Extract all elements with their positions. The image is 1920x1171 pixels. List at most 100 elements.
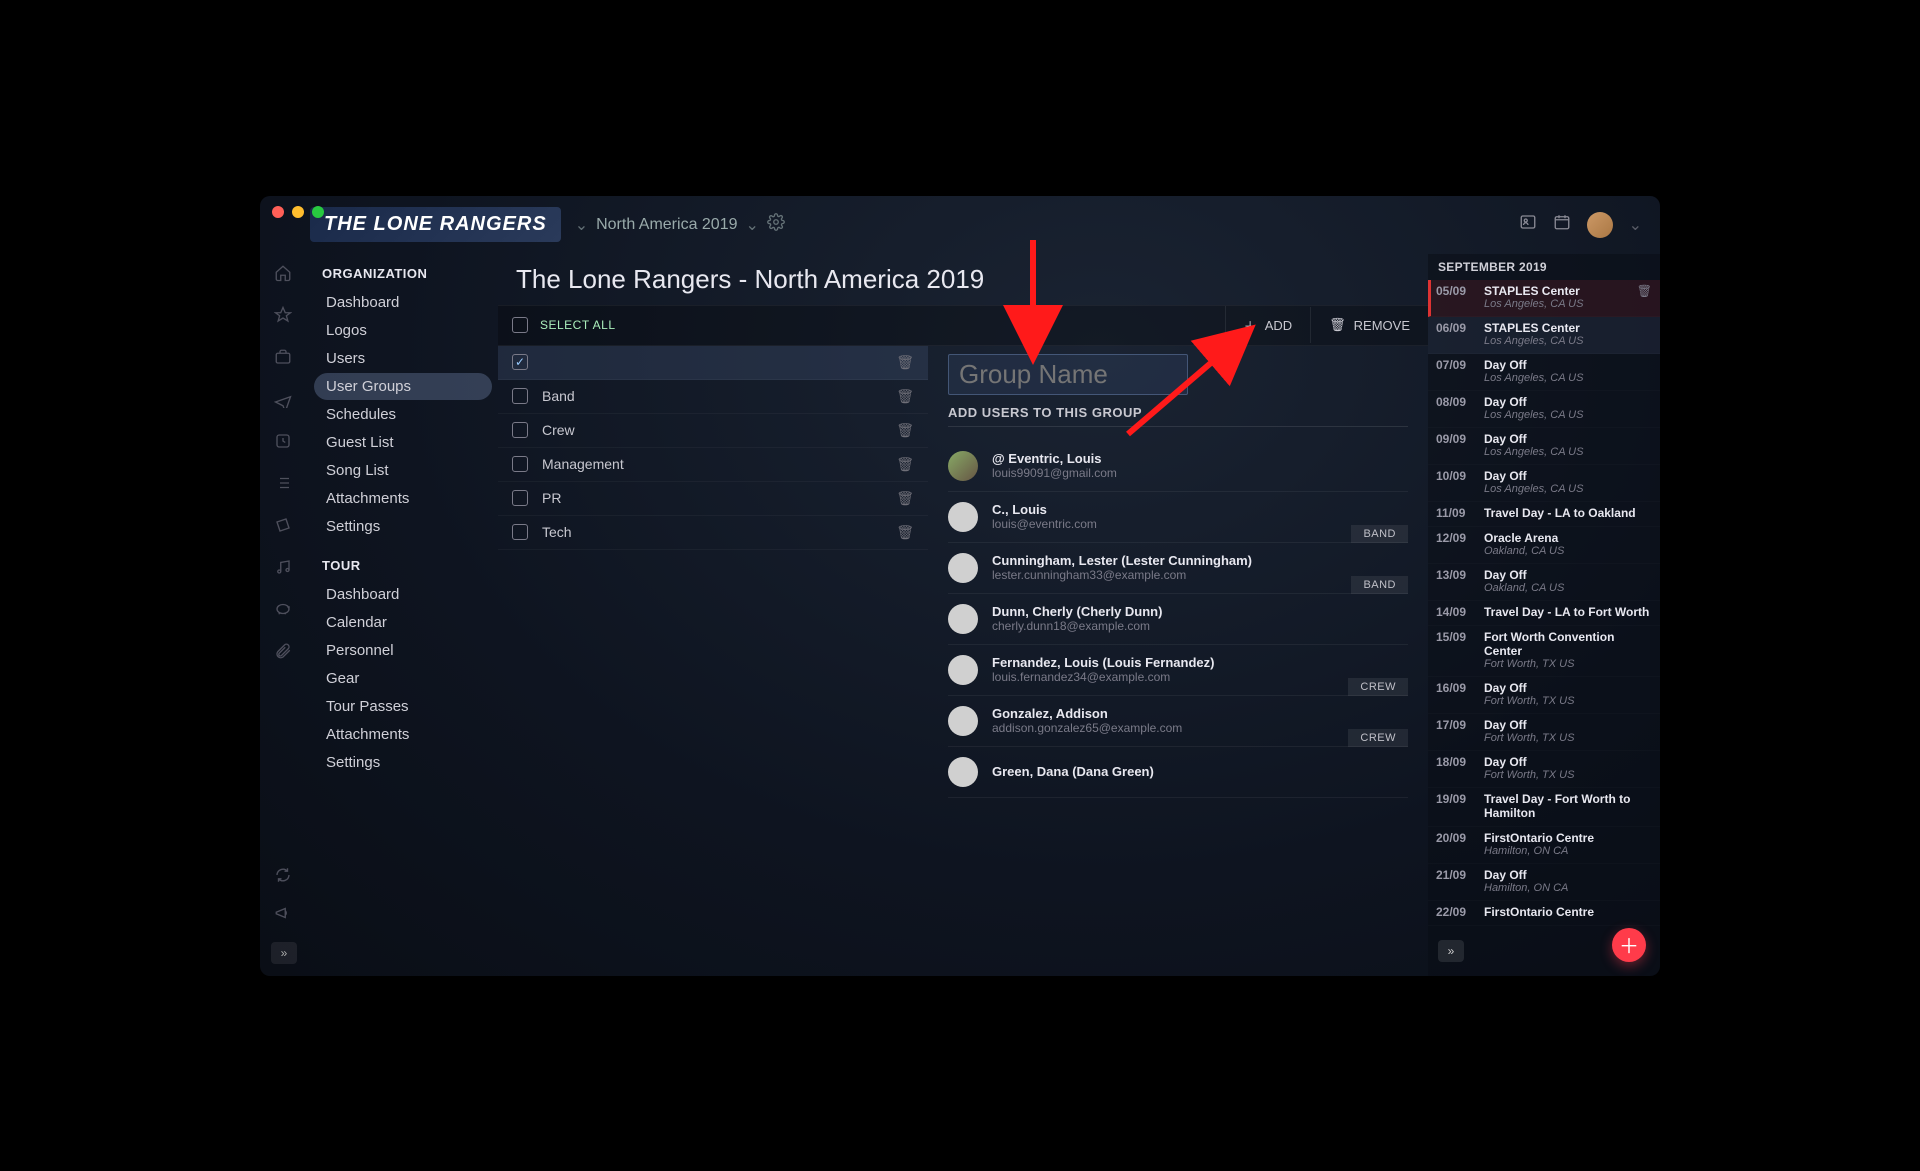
megaphone-icon[interactable] (274, 904, 294, 924)
nav-item-dashboard[interactable]: Dashboard (314, 289, 492, 316)
nav-item-user-groups[interactable]: User Groups (314, 373, 492, 400)
add-event-button[interactable]: ＋ (1612, 928, 1646, 962)
event-date: 06/09 (1436, 321, 1476, 347)
nav-item-users[interactable]: Users (314, 345, 492, 372)
calendar-event[interactable]: 14/09Travel Day - LA to Fort Worth (1428, 601, 1660, 626)
trash-icon[interactable]: 🗑 (896, 354, 914, 371)
trash-icon[interactable]: 🗑 (896, 388, 914, 405)
trash-icon[interactable]: 🗑 (1637, 284, 1652, 310)
trash-icon[interactable]: 🗑 (896, 490, 914, 507)
group-name: Management (542, 456, 882, 472)
event-main: Day OffOakland, CA US (1484, 568, 1652, 594)
user-row[interactable]: Cunningham, Lester (Lester Cunningham)le… (948, 543, 1408, 594)
nav-item-calendar[interactable]: Calendar (314, 609, 492, 636)
minimize-window-button[interactable] (292, 206, 304, 218)
close-window-button[interactable] (272, 206, 284, 218)
event-title: Day Off (1484, 681, 1652, 695)
group-row[interactable]: 🗑 (498, 346, 928, 380)
group-row[interactable]: Crew🗑 (498, 414, 928, 448)
music-icon[interactable] (274, 558, 294, 578)
calendar-event[interactable]: 17/09Day OffFort Worth, TX US (1428, 714, 1660, 751)
group-checkbox[interactable] (512, 490, 528, 506)
user-row[interactable]: Fernandez, Louis (Louis Fernandez)louis.… (948, 645, 1408, 696)
group-name-input[interactable] (948, 354, 1188, 395)
trash-icon[interactable]: 🗑 (896, 456, 914, 473)
calendar-event[interactable]: 08/09Day OffLos Angeles, CA US (1428, 391, 1660, 428)
topbar-right: ⌄ (1519, 212, 1642, 238)
event-main: Travel Day - LA to Oakland (1484, 506, 1652, 520)
user-row[interactable]: Gonzalez, Addisonaddison.gonzalez65@exam… (948, 696, 1408, 747)
calendar-event[interactable]: 05/09STAPLES CenterLos Angeles, CA US🗑 (1428, 280, 1660, 317)
user-row[interactable]: @ Eventric, Louislouis99091@gmail.com (948, 441, 1408, 492)
user-row[interactable]: C., Louislouis@eventric.comBAND (948, 492, 1408, 543)
group-checkbox[interactable] (512, 388, 528, 404)
user-avatar[interactable] (1587, 212, 1613, 238)
calendar-event[interactable]: 06/09STAPLES CenterLos Angeles, CA US (1428, 317, 1660, 354)
chevron-down-icon[interactable]: ⌄ (1629, 215, 1642, 235)
nav-item-tour-passes[interactable]: Tour Passes (314, 693, 492, 720)
select-all-checkbox[interactable] (512, 317, 528, 333)
nav-item-attachments[interactable]: Attachments (314, 485, 492, 512)
plane-icon[interactable] (274, 390, 294, 410)
nav-item-settings[interactable]: Settings (314, 749, 492, 776)
gear-icon[interactable] (767, 213, 785, 236)
calendar-event[interactable]: 20/09FirstOntario CentreHamilton, ON CA (1428, 827, 1660, 864)
collapse-calendar-button[interactable]: » (1438, 940, 1464, 962)
maximize-window-button[interactable] (312, 206, 324, 218)
tour-selector[interactable]: ⌄ North America 2019 ⌄ (575, 213, 785, 236)
nav-item-guest-list[interactable]: Guest List (314, 429, 492, 456)
group-checkbox[interactable] (512, 524, 528, 540)
nav-item-schedules[interactable]: Schedules (314, 401, 492, 428)
user-row[interactable]: Dunn, Cherly (Cherly Dunn)cherly.dunn18@… (948, 594, 1408, 645)
user-avatar-icon (948, 451, 978, 481)
calendar-event[interactable]: 22/09FirstOntario Centre (1428, 901, 1660, 926)
select-all[interactable]: SELECT ALL (498, 307, 630, 343)
group-row[interactable]: PR🗑 (498, 482, 928, 516)
nav-item-settings[interactable]: Settings (314, 513, 492, 540)
nav-item-attachments[interactable]: Attachments (314, 721, 492, 748)
clock-icon[interactable] (274, 432, 294, 452)
nav-item-personnel[interactable]: Personnel (314, 637, 492, 664)
group-row[interactable]: Tech🗑 (498, 516, 928, 550)
body: » ORGANIZATION DashboardLogosUsersUser G… (260, 254, 1660, 976)
collapse-rail-button[interactable]: » (271, 942, 297, 964)
star-icon[interactable] (274, 306, 294, 326)
event-date: 09/09 (1436, 432, 1476, 458)
group-row[interactable]: Band🗑 (498, 380, 928, 414)
attachment-icon[interactable] (274, 642, 294, 662)
group-checkbox[interactable] (512, 422, 528, 438)
calendar-icon[interactable] (1553, 213, 1571, 236)
calendar-event[interactable]: 15/09Fort Worth Convention CenterFort Wo… (1428, 626, 1660, 677)
nav-item-dashboard[interactable]: Dashboard (314, 581, 492, 608)
calendar-event[interactable]: 10/09Day OffLos Angeles, CA US (1428, 465, 1660, 502)
group-checkbox[interactable] (512, 456, 528, 472)
event-title: Day Off (1484, 868, 1652, 882)
ticket-icon[interactable] (274, 516, 294, 536)
page-title: The Lone Rangers - North America 2019 (498, 254, 1428, 305)
piggybank-icon[interactable] (274, 600, 294, 620)
calendar-event[interactable]: 07/09Day OffLos Angeles, CA US (1428, 354, 1660, 391)
remove-button[interactable]: 🗑 REMOVE (1310, 307, 1428, 343)
nav-item-logos[interactable]: Logos (314, 317, 492, 344)
nav-item-song-list[interactable]: Song List (314, 457, 492, 484)
add-button[interactable]: ＋ ADD (1225, 306, 1310, 345)
nav-item-gear[interactable]: Gear (314, 665, 492, 692)
trash-icon[interactable]: 🗑 (896, 524, 914, 541)
calendar-event[interactable]: 21/09Day OffHamilton, ON CA (1428, 864, 1660, 901)
trash-icon[interactable]: 🗑 (896, 422, 914, 439)
group-checkbox[interactable] (512, 354, 528, 370)
calendar-event[interactable]: 12/09Oracle ArenaOakland, CA US (1428, 527, 1660, 564)
calendar-event[interactable]: 16/09Day OffFort Worth, TX US (1428, 677, 1660, 714)
home-icon[interactable] (274, 264, 294, 284)
calendar-event[interactable]: 18/09Day OffFort Worth, TX US (1428, 751, 1660, 788)
calendar-event[interactable]: 09/09Day OffLos Angeles, CA US (1428, 428, 1660, 465)
contacts-icon[interactable] (1519, 213, 1537, 236)
user-row[interactable]: Green, Dana (Dana Green) (948, 747, 1408, 798)
group-row[interactable]: Management 🗑 (498, 448, 928, 482)
list-icon[interactable] (274, 474, 294, 494)
calendar-event[interactable]: 19/09Travel Day - Fort Worth to Hamilton (1428, 788, 1660, 827)
calendar-event[interactable]: 11/09Travel Day - LA to Oakland (1428, 502, 1660, 527)
sync-icon[interactable] (274, 866, 294, 886)
calendar-event[interactable]: 13/09Day OffOakland, CA US (1428, 564, 1660, 601)
briefcase-icon[interactable] (274, 348, 294, 368)
